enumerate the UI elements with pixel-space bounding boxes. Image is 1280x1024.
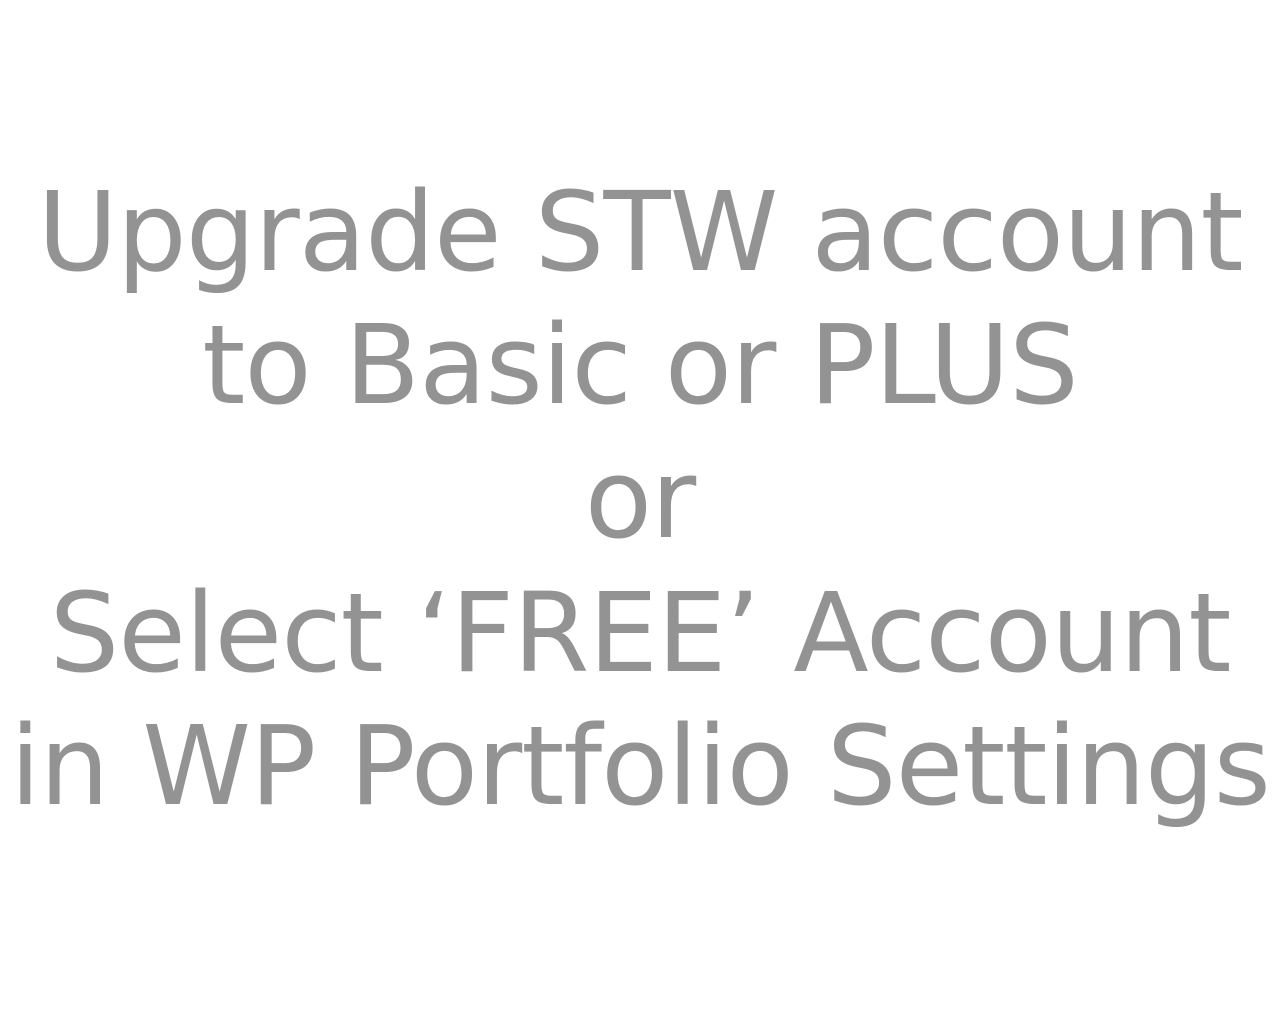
- notice-line-4: Select ‘FREE’ Account: [49, 569, 1231, 697]
- upgrade-notice: Upgrade STW account to Basic or PLUS or …: [0, 0, 1280, 1024]
- notice-line-5: in WP Portfolio Settings: [10, 702, 1271, 830]
- screenshot-placeholder: Upgrade STW account to Basic or PLUS or …: [0, 0, 1280, 1024]
- notice-line-3: or: [584, 435, 697, 563]
- notice-line-1: Upgrade STW account: [37, 168, 1243, 296]
- notice-line-2: to Basic or PLUS: [202, 301, 1079, 429]
